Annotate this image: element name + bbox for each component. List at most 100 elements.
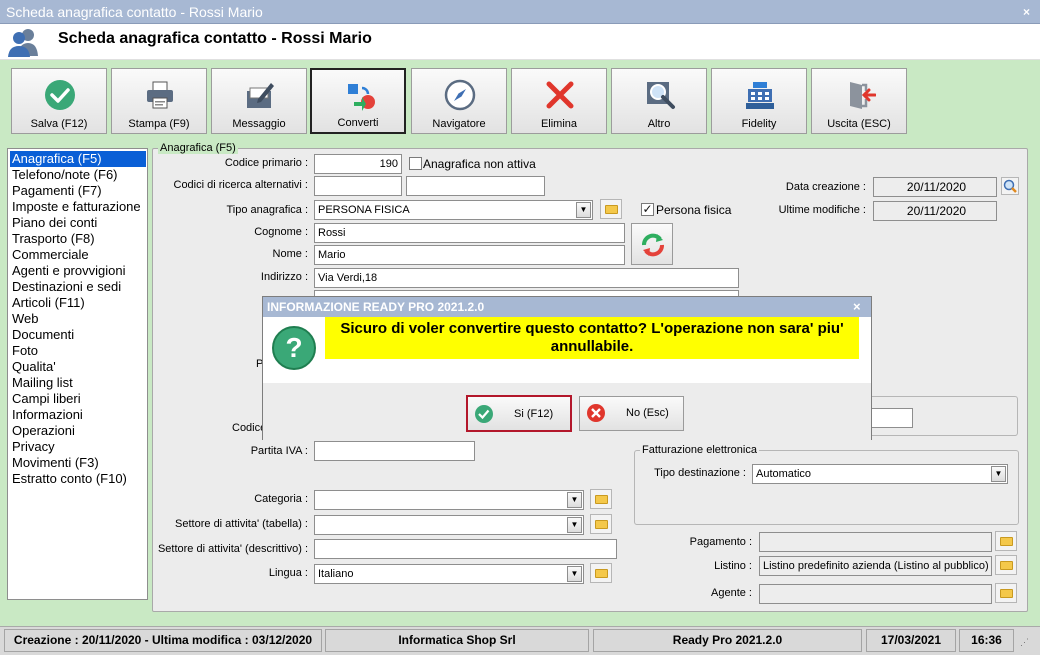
tipo-anagrafica-label: Tipo anagrafica :: [226, 204, 308, 216]
codice-primario-field[interactable]: 190: [314, 154, 402, 174]
swap-names-button[interactable]: [631, 223, 673, 265]
folder-icon: [595, 495, 608, 504]
sidebar-item-piano-conti[interactable]: Piano dei conti: [10, 215, 146, 231]
folder-icon: [595, 520, 608, 529]
folder-icon: [1000, 561, 1013, 570]
sidebar-item-commerciale[interactable]: Commerciale: [10, 247, 146, 263]
check-icon: [45, 80, 75, 110]
codici-ricerca-label: Codici di ricerca alternativi :: [173, 179, 309, 191]
listino-folder-button[interactable]: [995, 555, 1017, 575]
save-button[interactable]: Salva (F12): [11, 68, 107, 134]
sidebar-item-documenti[interactable]: Documenti: [10, 327, 146, 343]
categoria-folder-button[interactable]: [590, 489, 612, 509]
sidebar-item-mailing-list[interactable]: Mailing list: [10, 375, 146, 391]
listino-field: Listino predefinito azienda (Listino al …: [759, 556, 992, 576]
dialog-footer: Si (F12) No (Esc): [263, 383, 871, 440]
tipo-anagrafica-select[interactable]: PERSONA FISICA ▼: [314, 200, 593, 220]
sidebar-item-web[interactable]: Web: [10, 311, 146, 327]
question-icon: ?: [272, 326, 316, 370]
window-close-button[interactable]: ×: [1020, 6, 1033, 19]
tipo-destinazione-select[interactable]: Automatico ▼: [752, 464, 1008, 484]
sidebar-item-foto[interactable]: Foto: [10, 343, 146, 359]
folder-icon: [1000, 537, 1013, 546]
fatturazione-elettronica-title: Fatturazione elettronica: [640, 444, 759, 456]
status-company: Informatica Shop Srl: [325, 629, 589, 652]
tipo-destinazione-value: Automatico: [756, 468, 812, 480]
sidebar-item-informazioni[interactable]: Informazioni: [10, 407, 146, 423]
categoria-select[interactable]: ▼: [314, 490, 584, 510]
folder-button[interactable]: [600, 199, 622, 219]
chevron-down-icon: ▼: [567, 492, 582, 508]
sidebar-item-articoli[interactable]: Articoli (F11): [10, 295, 146, 311]
sidebar-item-estratto-conto[interactable]: Estratto conto (F10): [10, 471, 146, 487]
partita-iva-label: Partita IVA :: [250, 445, 308, 457]
sidebar-item-campi-liberi[interactable]: Campi liberi: [10, 391, 146, 407]
settore-tabella-select[interactable]: ▼: [314, 515, 584, 535]
lingua-label: Lingua :: [268, 567, 308, 579]
sidebar-item-operazioni[interactable]: Operazioni: [10, 423, 146, 439]
sidebar-item-imposte[interactable]: Imposte e fatturazione: [10, 199, 146, 215]
convert-icon: [348, 84, 375, 111]
sidebar-item-qualita[interactable]: Qualita': [10, 359, 146, 375]
folder-icon: [595, 569, 608, 578]
no-button[interactable]: No (Esc): [579, 396, 684, 431]
page-title: Scheda anagrafica contatto - Rossi Mario: [58, 30, 372, 47]
resize-grip-icon[interactable]: ⋰: [1020, 637, 1029, 648]
cognome-label: Cognome :: [254, 226, 308, 238]
indirizzo-field[interactable]: Via Verdi,18: [314, 268, 739, 288]
message-button[interactable]: Messaggio: [211, 68, 307, 134]
sidebar-item-telefono[interactable]: Telefono/note (F6): [10, 167, 146, 183]
settore-folder-button[interactable]: [590, 514, 612, 534]
settore-descrittivo-field[interactable]: [314, 539, 617, 559]
delete-x-icon: [546, 81, 574, 109]
status-app-version: Ready Pro 2021.2.0: [593, 629, 862, 652]
cognome-field[interactable]: Rossi: [314, 223, 625, 243]
pagamento-field: [759, 532, 992, 552]
window-titlebar: Scheda anagrafica contatto - Rossi Mario…: [0, 0, 1040, 24]
settore-descrittivo-label: Settore di attivita' (descrittivo) :: [157, 543, 308, 555]
partita-iva-field[interactable]: [314, 441, 475, 461]
hidden-field[interactable]: [870, 408, 913, 428]
pagamento-folder-button[interactable]: [995, 531, 1017, 551]
lingua-folder-button[interactable]: [590, 563, 612, 583]
codice-ricerca-field-1[interactable]: [314, 176, 402, 196]
delete-button[interactable]: Elimina: [511, 68, 607, 134]
exit-button[interactable]: Uscita (ESC): [811, 68, 907, 134]
sidebar-item-anagrafica[interactable]: Anagrafica (F5): [10, 151, 146, 167]
sidebar-item-agenti[interactable]: Agenti e provvigioni: [10, 263, 146, 279]
message-icon: [247, 83, 274, 108]
data-creazione-field: 20/11/2020: [873, 177, 997, 197]
settore-tabella-label: Settore di attivita' (tabella) :: [175, 518, 308, 530]
fatturazione-elettronica-group: [634, 450, 1019, 525]
history-button[interactable]: [1001, 177, 1019, 195]
agente-folder-button[interactable]: [995, 583, 1017, 603]
lingua-select[interactable]: Italiano ▼: [314, 564, 584, 584]
chevron-down-icon: ▼: [567, 566, 582, 582]
print-button[interactable]: Stampa (F9): [111, 68, 207, 134]
codice-ricerca-field-2[interactable]: [406, 176, 545, 196]
sidebar-item-trasporto[interactable]: Trasporto (F8): [10, 231, 146, 247]
nome-field[interactable]: Mario: [314, 245, 625, 265]
non-attiva-checkbox[interactable]: [409, 157, 422, 170]
check-icon: [475, 405, 493, 423]
fidelity-button[interactable]: Fidelity: [711, 68, 807, 134]
more-button[interactable]: Altro: [611, 68, 707, 134]
categoria-label: Categoria :: [254, 493, 308, 505]
status-bar: Creazione : 20/11/2020 - Ultima modifica…: [0, 626, 1040, 655]
yes-button[interactable]: Si (F12): [466, 395, 572, 432]
sidebar-item-destinazioni[interactable]: Destinazioni e sedi: [10, 279, 146, 295]
sidebar-item-pagamenti[interactable]: Pagamenti (F7): [10, 183, 146, 199]
non-attiva-label: Anagrafica non attiva: [423, 157, 536, 171]
convert-button[interactable]: Converti: [310, 68, 406, 134]
toolbar: Salva (F12) Stampa (F9) Messaggio Conver…: [0, 60, 1040, 138]
cancel-icon: [587, 404, 605, 422]
navigator-button[interactable]: Navigatore: [411, 68, 507, 134]
dialog-message: Sicuro di voler convertire questo contat…: [325, 317, 859, 359]
dialog-close-button[interactable]: ×: [853, 299, 861, 314]
persona-fisica-checkbox[interactable]: ✓: [641, 203, 654, 216]
sidebar-item-privacy[interactable]: Privacy: [10, 439, 146, 455]
refresh-icon: [642, 233, 664, 257]
status-date: 17/03/2021: [866, 629, 956, 652]
sidebar-item-movimenti[interactable]: Movimenti (F3): [10, 455, 146, 471]
data-creazione-label: Data creazione :: [785, 181, 866, 193]
